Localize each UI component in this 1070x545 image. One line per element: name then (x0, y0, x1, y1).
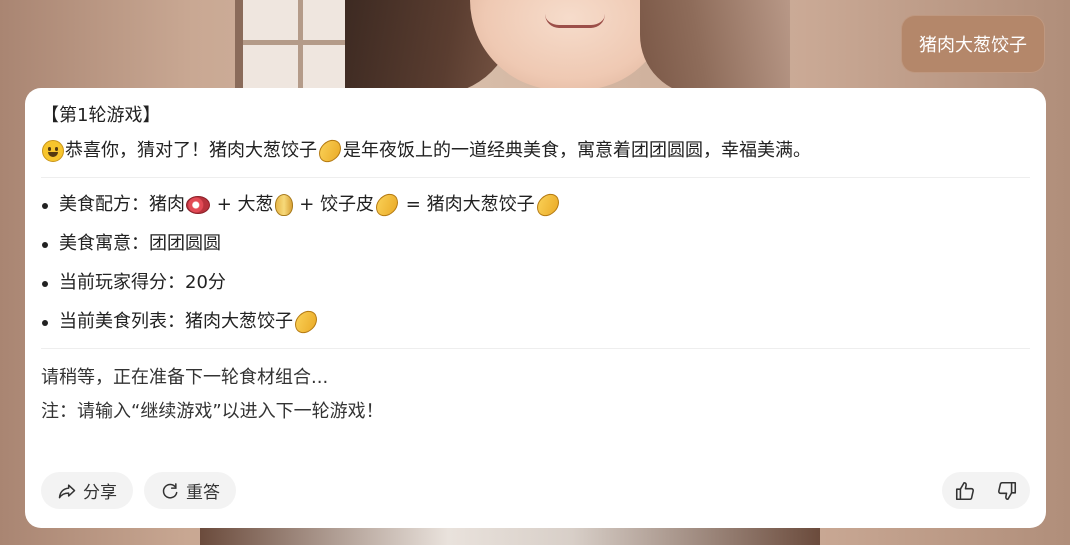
background-window (235, 0, 355, 90)
divider (41, 348, 1030, 349)
action-bar: 分享 重答 (41, 472, 1030, 509)
onion-icon (274, 194, 293, 216)
feedback-group (942, 472, 1030, 509)
wait-text: 请稍等，正在准备下一轮食材组合... (41, 367, 329, 388)
dumpling-icon (371, 190, 403, 220)
thumbs-up-icon[interactable] (954, 480, 976, 502)
recipe-result: = 猪肉大葱饺子 (400, 194, 535, 215)
dumpling-icon (290, 307, 322, 337)
recipe-onion: + 大葱 (211, 194, 274, 215)
share-button[interactable]: 分享 (41, 472, 133, 509)
congrats-line: 恭喜你，猜对了！猪肉大葱饺子 是年夜饭上的一道经典美食，寓意着团团圆圆，幸福美满… (41, 136, 1030, 166)
score-text: 当前玩家得分：20分 (59, 272, 226, 293)
share-label: 分享 (83, 483, 117, 503)
dumpling-icon (532, 190, 563, 220)
background-hair-right (640, 0, 790, 95)
food-list-text: 当前美食列表：猪肉大葱饺子 (59, 311, 293, 332)
regenerate-button[interactable]: 重答 (144, 472, 236, 509)
user-message-text: 猪肉大葱饺子 (919, 35, 1027, 56)
action-bar-left: 分享 重答 (41, 472, 236, 509)
congrats-text-part2: 是年夜饭上的一道经典美食，寓意着团团圆圆，幸福美满。 (343, 140, 811, 161)
round-title: 【第1轮游戏】 (41, 105, 161, 126)
thumbs-down-icon[interactable] (996, 480, 1018, 502)
meaning-text: 美食寓意：团团圆圆 (59, 233, 221, 254)
background-bottom (200, 525, 820, 545)
grinning-face-icon (42, 140, 64, 162)
share-icon (58, 483, 76, 498)
refresh-icon (162, 482, 178, 499)
list-item-recipe: 美食配方：猪肉 + 大葱 + 饺子皮 = 猪肉大葱饺子 (41, 190, 1030, 220)
user-message-bubble: 猪肉大葱饺子 (901, 15, 1045, 73)
dumpling-icon (314, 136, 346, 166)
recipe-prefix: 美食配方：猪肉 (59, 194, 185, 215)
assistant-reply-card: 【第1轮游戏】 恭喜你，猜对了！猪肉大葱饺子 是年夜饭上的一道经典美食，寓意着团… (25, 88, 1046, 528)
list-item-meaning: 美食寓意：团团圆圆 (41, 231, 1030, 257)
regenerate-label: 重答 (186, 483, 220, 503)
list-item-score: 当前玩家得分：20分 (41, 270, 1030, 296)
background-mouth (545, 14, 605, 28)
congrats-text-part1: 恭喜你，猜对了！猪肉大葱饺子 (65, 140, 317, 161)
divider (41, 177, 1030, 178)
note-text: 注：请输入“继续游戏”以进入下一轮游戏！ (41, 401, 384, 422)
info-list: 美食配方：猪肉 + 大葱 + 饺子皮 = 猪肉大葱饺子 美食寓意：团团圆圆 当前… (41, 190, 1030, 337)
list-item-food-list: 当前美食列表：猪肉大葱饺子 (41, 307, 1030, 337)
recipe-wrapper: + 饺子皮 (293, 194, 375, 215)
meat-icon (186, 196, 210, 214)
